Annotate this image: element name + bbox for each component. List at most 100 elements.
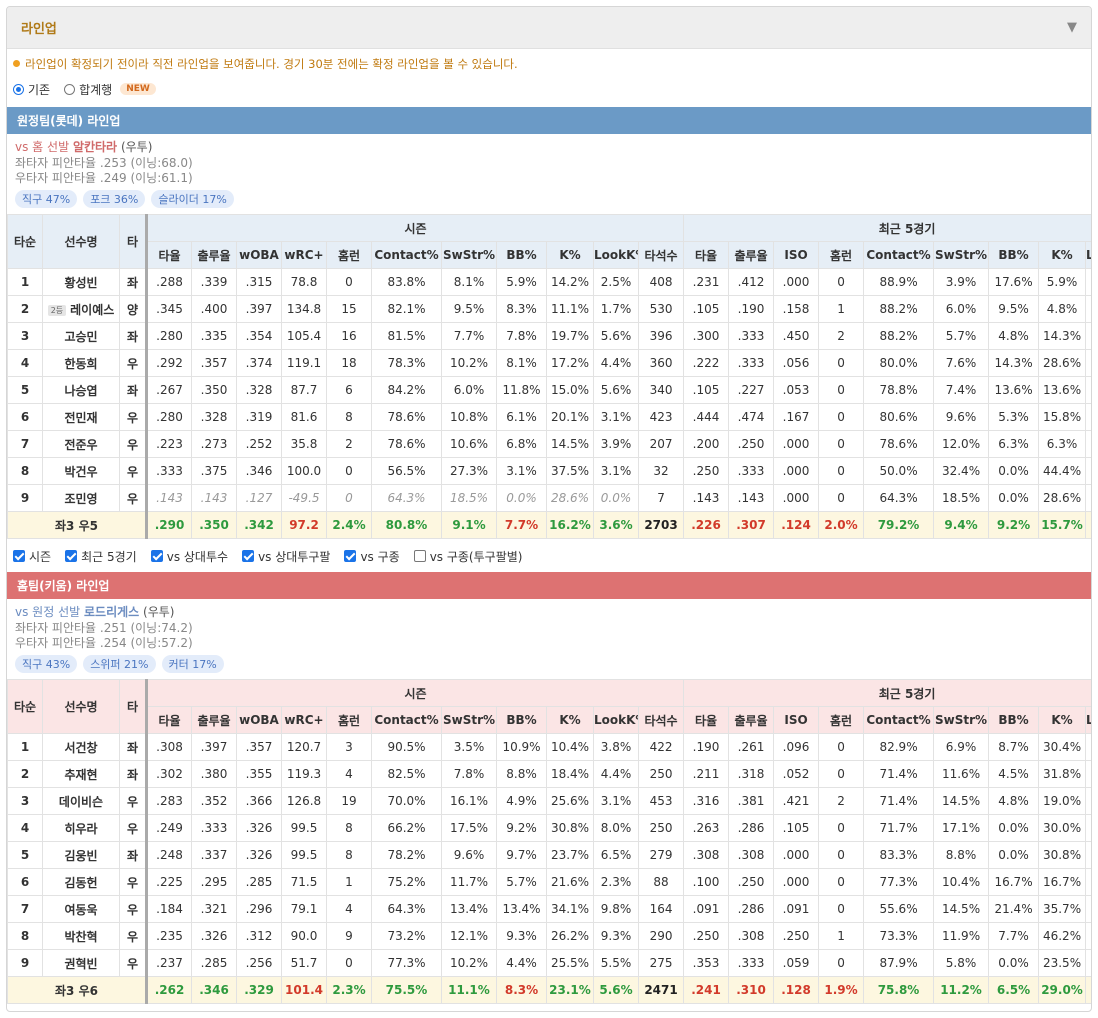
col-season-8[interactable]: K% [546, 706, 594, 734]
radio-basic[interactable]: 기존 [13, 81, 50, 98]
col-season-7[interactable]: BB% [496, 706, 547, 734]
filter-recent5[interactable]: 최근 5경기 [65, 548, 137, 565]
radio-summary-row[interactable]: 합계행 [64, 81, 112, 98]
season-stat: 3.9% [593, 430, 639, 458]
season-stat: 90.5% [371, 733, 442, 761]
col-season-1[interactable]: 출루율 [191, 241, 237, 269]
col-season-0[interactable]: 타율 [145, 706, 192, 734]
col-recent-5[interactable]: SwStr% [933, 241, 990, 269]
filter-season[interactable]: 시즌 [13, 548, 51, 565]
col-recent-7[interactable]: K% [1038, 706, 1087, 734]
player-name[interactable]: 2등 레이예스 [42, 295, 120, 323]
col-recent-4[interactable]: Contact% [863, 706, 935, 734]
col-recent-6[interactable]: BB% [988, 706, 1040, 734]
player-name[interactable]: 데이비슨 [42, 787, 120, 815]
recent-stat: .190 [683, 733, 730, 761]
player-name[interactable]: 나승엽 [42, 376, 120, 404]
player-name[interactable]: 김웅빈 [42, 841, 120, 869]
player-name[interactable]: 서건창 [42, 733, 120, 761]
col-recent-8[interactable]: LookK% [1085, 706, 1091, 734]
panel-header[interactable]: 라인업 ▼ [7, 7, 1091, 49]
col-season-7[interactable]: BB% [496, 241, 547, 269]
radio-basic-dot[interactable] [13, 83, 24, 95]
col-season-1[interactable]: 출루율 [191, 706, 237, 734]
col-season-3[interactable]: wRC+ [281, 706, 327, 734]
player-name[interactable]: 전준우 [42, 430, 120, 458]
season-stat: .400 [191, 295, 237, 323]
recent-stat: 0.0% [1085, 430, 1091, 458]
col-season-4[interactable]: 홈런 [326, 241, 372, 269]
col-season-9[interactable]: LookK% [593, 706, 639, 734]
col-recent-8[interactable]: LookK% [1085, 241, 1091, 269]
filter-vs-pitch[interactable]: vs 구종 [344, 548, 400, 565]
player-name[interactable]: 박찬혁 [42, 922, 120, 950]
col-season-5[interactable]: Contact% [371, 241, 442, 269]
away-split-right: 우타자 피안타율 .249 (이닝:61.1) [15, 171, 193, 185]
col-recent-4[interactable]: Contact% [863, 241, 935, 269]
season-stat: 10.6% [441, 430, 497, 458]
season-stat: 78.8 [281, 268, 327, 296]
season-stat: 10.2% [441, 949, 497, 977]
player-name[interactable]: 히우라 [42, 814, 120, 842]
col-recent-1[interactable]: 출루율 [728, 706, 775, 734]
season-stat: .328 [236, 376, 282, 404]
recent-stat: 71.4% [863, 787, 935, 815]
triangle-down-icon[interactable]: ▼ [1067, 20, 1077, 35]
col-recent-3[interactable]: 홈런 [818, 706, 865, 734]
checkbox-icon[interactable] [65, 550, 78, 562]
player-name[interactable]: 고승민 [42, 322, 120, 350]
col-season-2[interactable]: wOBA [236, 706, 282, 734]
away-opp-pitcher[interactable]: 알칸타라 [73, 140, 117, 154]
season-stat: 51.7 [281, 949, 327, 977]
player-name[interactable]: 권혁빈 [42, 949, 120, 977]
summary-season-stat: 2703 [637, 511, 685, 539]
recent-stat: 10.4% [933, 868, 990, 896]
checkbox-icon[interactable] [13, 550, 25, 562]
col-season-5[interactable]: Contact% [371, 706, 442, 734]
recent-stat: 19.0% [1038, 787, 1087, 815]
checkbox-icon[interactable] [150, 550, 163, 562]
col-season-0[interactable]: 타율 [145, 241, 192, 269]
col-recent-6[interactable]: BB% [988, 241, 1040, 269]
season-stat: 250 [637, 814, 685, 842]
filter-vs-arm[interactable]: vs 상대투구팔 [242, 548, 330, 565]
col-recent-7[interactable]: K% [1038, 241, 1087, 269]
col-season-2[interactable]: wOBA [236, 241, 282, 269]
col-season-4[interactable]: 홈런 [326, 706, 372, 734]
player-name[interactable]: 전민재 [42, 403, 120, 431]
col-season-3[interactable]: wRC+ [281, 241, 327, 269]
col-recent-3[interactable]: 홈런 [818, 241, 865, 269]
col-recent-5[interactable]: SwStr% [933, 706, 990, 734]
col-season-10[interactable]: 타석수 [637, 241, 685, 269]
player-name[interactable]: 추재현 [42, 760, 120, 788]
col-season-8[interactable]: K% [546, 241, 594, 269]
col-season-6[interactable]: SwStr% [441, 241, 497, 269]
summary-count: 5 [89, 518, 98, 533]
season-stat: 64.3% [371, 484, 442, 512]
col-recent-2[interactable]: ISO [773, 241, 820, 269]
season-stat: 4.4% [593, 760, 639, 788]
col-season-9[interactable]: LookK% [593, 241, 639, 269]
col-recent-0[interactable]: 타율 [683, 241, 730, 269]
col-recent-2[interactable]: ISO [773, 706, 820, 734]
col-season-10[interactable]: 타석수 [637, 706, 685, 734]
checkbox-icon[interactable] [413, 550, 426, 562]
checkbox-icon[interactable] [242, 550, 255, 562]
player-name[interactable]: 한동희 [42, 349, 120, 377]
filter-vs-pitch-arm[interactable]: vs 구종(투구팔별) [413, 548, 522, 565]
home-team-header: 홈팀(키움) 라인업 [7, 572, 1091, 599]
col-season-6[interactable]: SwStr% [441, 706, 497, 734]
col-recent-0[interactable]: 타율 [683, 706, 730, 734]
player-name[interactable]: 김동헌 [42, 868, 120, 896]
player-name[interactable]: 황성빈 [42, 268, 120, 296]
player-name[interactable]: 박건우 [42, 457, 120, 485]
col-recent-1[interactable]: 출루율 [728, 241, 775, 269]
summary-recent-stat: 9.4% [933, 511, 990, 539]
filter-vs-pitcher[interactable]: vs 상대투수 [150, 548, 228, 565]
home-opp-pitcher[interactable]: 로드리게스 [84, 605, 139, 619]
checkbox-icon[interactable] [344, 550, 357, 562]
player-name[interactable]: 여동욱 [42, 895, 120, 923]
player-name[interactable]: 조민영 [42, 484, 120, 512]
away-pitcher-info: vs 홈 선발 알칸타라 (우투) 좌타자 피안타율 .253 (이닝:68.0… [7, 134, 1091, 214]
radio-summary-dot[interactable] [64, 83, 76, 95]
